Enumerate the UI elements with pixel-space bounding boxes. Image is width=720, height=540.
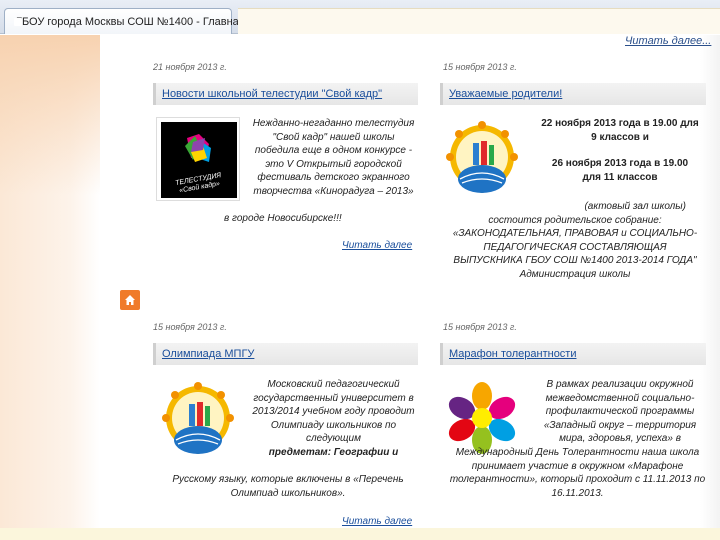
news-thumbnail-school-emblem[interactable] [440, 117, 524, 201]
news-title-link[interactable]: Олимпиада МПГУ [162, 348, 254, 360]
school-emblem-icon [162, 382, 234, 454]
read-more-link[interactable]: Читать далее [342, 240, 412, 251]
news-text: (актовый зал школы) состоится родительск… [452, 201, 698, 280]
news-text: Международный День Толерантности наша шк… [449, 447, 706, 499]
news-header: Марафон толерантности [440, 343, 706, 365]
news-text: 26 ноября 2013 года в 19.00 для 11 класс… [551, 158, 689, 183]
news-text: Московский педагогический государственны… [252, 379, 415, 458]
news-text: 22 ноября 2013 года в 19.00 для 9 классо… [541, 118, 699, 143]
news-thumbnail-tv-studio[interactable]: ТЕЛЕСТУДИЯ «Свой кадр» [156, 117, 240, 201]
news-text: Нежданно-негаданно телестудия "Свой кадр… [252, 118, 415, 197]
news-text: В рамках реализации окружной межведомств… [543, 379, 697, 444]
news-date: 15 ноября 2013 г. [443, 322, 517, 332]
bottom-bar [0, 528, 720, 540]
tab-title: ГБОУ города Москвы СОШ №1400 - Главная [16, 15, 245, 28]
news-title-link[interactable]: Уважаемые родители! [449, 88, 562, 100]
news-date: 15 ноября 2013 г. [153, 322, 227, 332]
news-content-area: Читать далее... 21 ноября 2013 г. Новост… [140, 35, 720, 540]
news-text-last-line: в городе Новосибирске!!! [224, 213, 342, 224]
news-header: Новости школьной телестудии "Свой кадр" [153, 83, 418, 105]
school-emblem-icon [446, 121, 518, 193]
news-text: Русскому языку, которые включены в «Пере… [172, 474, 404, 499]
read-more-link-top[interactable]: Читать далее... [625, 35, 711, 47]
home-icon [125, 295, 135, 305]
news-date: 21 ноября 2013 г. [153, 62, 227, 72]
tabbar-empty-area [238, 8, 720, 34]
left-decorative-background [0, 35, 100, 540]
browser-tab-strip: ГБОУ города Москвы СОШ №1400 - Главная [0, 0, 720, 34]
news-date: 15 ноября 2013 г. [443, 62, 517, 72]
news-thumbnail-school-emblem[interactable] [156, 378, 240, 462]
news-title-link[interactable]: Новости школьной телестудии "Свой кадр" [162, 88, 382, 100]
home-button[interactable] [120, 290, 140, 310]
browser-tab[interactable]: ГБОУ города Москвы СОШ №1400 - Главная [4, 8, 245, 34]
news-header: Олимпиада МПГУ [153, 343, 418, 365]
news-title-link[interactable]: Марафон толерантности [449, 348, 577, 360]
news-header: Уважаемые родители! [440, 83, 706, 105]
read-more-link[interactable]: Читать далее [342, 516, 412, 527]
